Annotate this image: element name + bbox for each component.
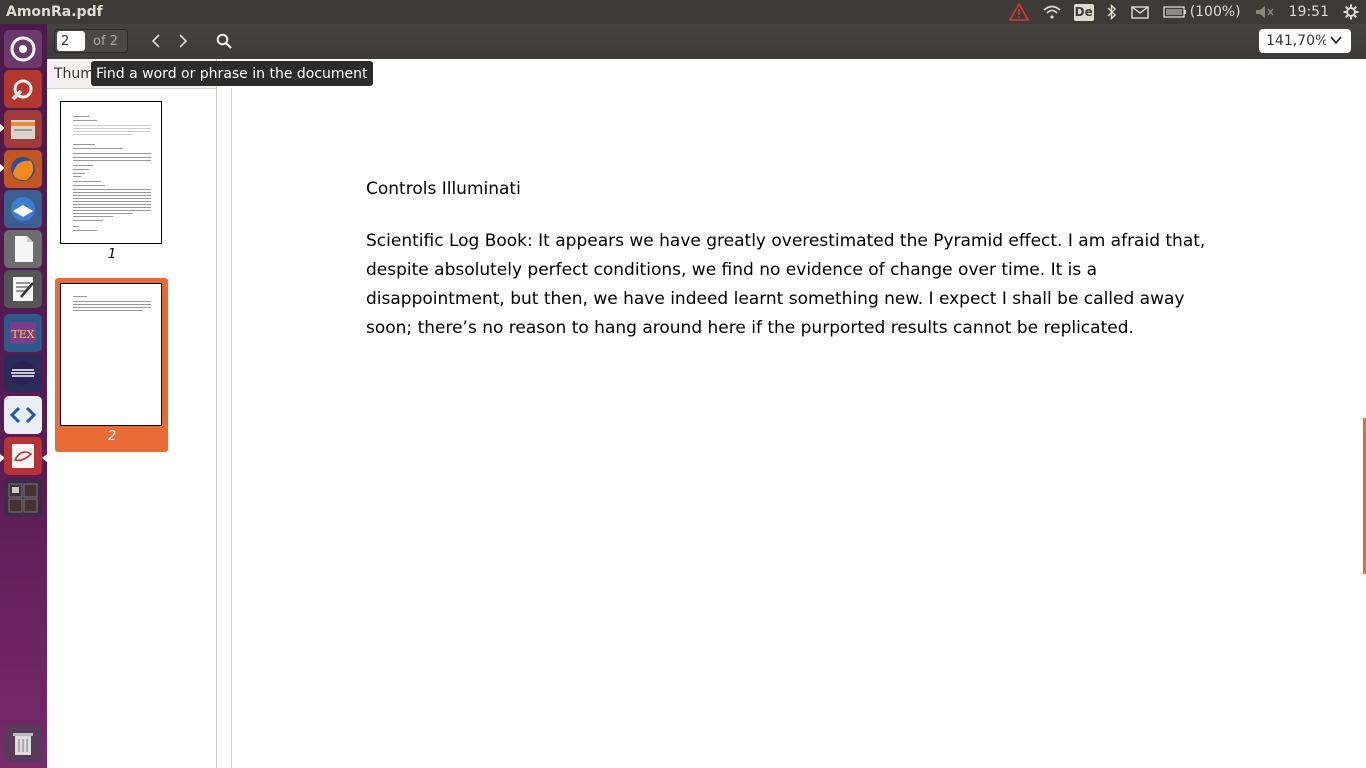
libreoffice-icon[interactable] [4, 230, 42, 268]
thumbnail-page-2[interactable] [60, 283, 162, 426]
firefox-icon[interactable] [4, 150, 42, 188]
code-editor-icon[interactable] [4, 396, 42, 434]
workspace-switcher-icon[interactable] [4, 479, 42, 517]
window-title: AmonRa.pdf [6, 4, 103, 20]
chevron-right-icon [178, 34, 187, 48]
battery-indicator[interactable]: (100%) [1156, 0, 1248, 24]
page-navigator: of 2 [54, 29, 128, 53]
mail-icon[interactable] [1124, 0, 1156, 24]
viewer-toolbar: of 2 141,70% [47, 24, 1366, 59]
chevron-down-icon [1330, 36, 1342, 45]
page-number-input[interactable] [57, 31, 85, 51]
warning-icon[interactable] [1002, 0, 1036, 24]
wifi-icon[interactable] [1036, 0, 1068, 24]
thumbnail-label-2: 2 [107, 429, 117, 444]
keyboard-layout-indicator[interactable]: De [1073, 3, 1094, 21]
document-heading: Controls Illuminati [366, 179, 521, 199]
dash-icon[interactable] [4, 30, 42, 68]
trash-icon[interactable] [4, 724, 42, 762]
battery-icon [1163, 6, 1186, 18]
zoom-value: 141,70% [1266, 33, 1326, 49]
document-view[interactable] [217, 59, 1366, 768]
chevron-left-icon [151, 34, 160, 48]
svg-text:TEX: TEX [11, 328, 34, 341]
text-editor-icon[interactable] [4, 270, 42, 308]
settings-icon[interactable] [4, 70, 42, 108]
thunderbird-icon[interactable] [4, 190, 42, 228]
indicator-area: De (100%) 19:51 [1002, 0, 1366, 24]
launcher: TEX [0, 24, 47, 768]
volume-muted-icon[interactable] [1248, 0, 1282, 24]
file-manager-icon[interactable] [4, 110, 42, 148]
page-edge [231, 88, 232, 768]
document-paragraph: Scientific Log Book: It appears we have … [366, 231, 1206, 338]
system-gear-icon[interactable] [1336, 0, 1366, 24]
bluetooth-icon[interactable] [1100, 0, 1124, 24]
zoom-selector[interactable]: 141,70% [1259, 29, 1351, 53]
clock[interactable]: 19:51 [1282, 0, 1336, 24]
search-icon [216, 33, 232, 49]
next-page-button[interactable] [169, 29, 196, 53]
page-total-label: of 2 [93, 33, 118, 49]
document-viewer-icon[interactable] [4, 437, 42, 475]
eclipse-icon[interactable] [4, 354, 42, 392]
previous-page-button[interactable] [142, 29, 169, 53]
battery-percent: (100%) [1189, 4, 1241, 20]
texmaker-icon[interactable]: TEX [4, 314, 42, 352]
top-panel: AmonRa.pdf De (100%) 19:51 [0, 0, 1366, 24]
find-button[interactable] [210, 29, 238, 53]
find-tooltip: Find a word or phrase in the document [91, 61, 373, 86]
thumbnail-page-1[interactable] [60, 101, 162, 244]
thumbnail-label-1: 1 [107, 247, 117, 262]
page-nav-group [142, 29, 196, 53]
thumbnail-sidebar: Thum 1 2 [47, 59, 217, 768]
